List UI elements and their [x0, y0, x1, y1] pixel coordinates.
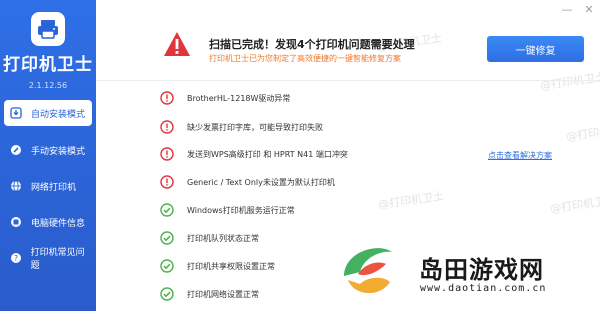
watermark: @打印机卫士 — [377, 189, 445, 212]
hardware-icon — [9, 215, 23, 229]
app-logo — [31, 12, 65, 46]
error-icon — [160, 91, 174, 105]
list-item: 打印机网络设置正常 — [160, 286, 259, 302]
list-item: Generic / Text Only未设置为默认打印机 — [160, 174, 335, 190]
watermark: @打印机卫士 — [549, 193, 600, 216]
list-item: 发送到WPS高级打印 和 HPRT N41 端口冲突 — [160, 146, 348, 162]
view-solution-link[interactable]: 点击查看解决方案 — [488, 150, 552, 161]
sidebar-item-label: 电脑硬件信息 — [31, 218, 86, 229]
list-item: BrotherHL-1218W驱动异常 — [160, 90, 290, 106]
scan-result-title: 扫描已完成！发现4个打印机问题需要处理 — [209, 38, 415, 51]
site-logo — [344, 248, 392, 294]
sidebar-item-hardware-info[interactable]: 电脑硬件信息 — [4, 209, 92, 235]
issue-text: Generic / Text Only未设置为默认打印机 — [187, 177, 335, 187]
download-icon — [9, 106, 23, 120]
issue-text: 打印机共享权限设置正常 — [187, 261, 275, 271]
sidebar-item-label: 手动安装模式 — [31, 146, 86, 157]
list-item: 缺少发票打印字库，可能导致打印失败 — [160, 119, 323, 135]
app-brand: 打印机卫士 — [3, 55, 93, 75]
close-button[interactable]: ✕ — [583, 4, 595, 16]
one-click-fix-button[interactable]: 一键修复 — [487, 36, 584, 62]
sidebar-item-network-printer[interactable]: 网络打印机 — [4, 173, 92, 199]
warning-icon — [164, 32, 190, 56]
issue-text: 打印机网络设置正常 — [187, 289, 259, 299]
check-icon — [160, 231, 174, 245]
issue-text: Windows打印机服务运行正常 — [187, 205, 295, 215]
sidebar-item-label: 网络打印机 — [31, 182, 77, 193]
check-icon — [160, 203, 174, 217]
error-icon — [160, 147, 174, 161]
app-version: 2.1.12.56 — [28, 81, 68, 90]
sidebar-item-faq[interactable]: ? 打印机常见问题 — [4, 245, 92, 271]
sidebar-item-label: 打印机常见问题 — [30, 248, 85, 271]
sidebar-item-auto-install[interactable]: 自动安装模式 — [4, 100, 92, 126]
globe-icon — [9, 179, 23, 193]
site-url: www.daotian.com.cn — [420, 283, 547, 294]
sidebar-item-manual-install[interactable]: 手动安装模式 — [4, 137, 92, 163]
issue-text: 缺少发票打印字库，可能导致打印失败 — [187, 122, 323, 132]
watermark: @打印机卫士 — [539, 70, 600, 93]
minimize-button[interactable]: — — [561, 4, 573, 16]
check-icon — [160, 287, 174, 301]
wrench-icon — [9, 143, 23, 157]
svg-text:?: ? — [14, 254, 18, 263]
scan-result-subtitle: 打印机卫士已为您制定了高效便捷的一键智能修复方案 — [209, 54, 401, 63]
watermark: @打印机卫士 — [565, 121, 600, 144]
list-item: 打印机队列状态正常 — [160, 230, 259, 246]
sidebar: 打印机卫士 2.1.12.56 自动安装模式 手动安装模式 网络打印机 电脑硬件… — [0, 0, 96, 311]
help-icon: ? — [9, 251, 23, 265]
printer-shield-icon — [38, 20, 58, 39]
issue-text: 打印机队列状态正常 — [187, 233, 259, 243]
issue-text: BrotherHL-1218W驱动异常 — [187, 93, 291, 103]
error-icon — [160, 120, 174, 134]
list-item: Windows打印机服务运行正常 — [160, 202, 295, 218]
divider — [96, 80, 600, 81]
check-icon — [160, 259, 174, 273]
site-title: 岛田游戏网 — [419, 256, 544, 284]
error-icon — [160, 175, 174, 189]
sidebar-item-label: 自动安装模式 — [31, 109, 86, 120]
list-item: 打印机共享权限设置正常 — [160, 258, 275, 274]
issue-text: 发送到WPS高级打印 和 HPRT N41 端口冲突 — [187, 149, 348, 159]
